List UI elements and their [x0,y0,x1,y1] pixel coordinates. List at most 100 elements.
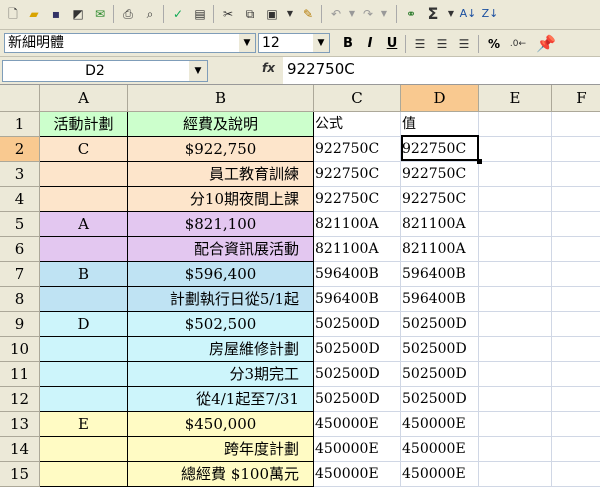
cell-d[interactable]: 502500D [401,362,479,387]
cell-b[interactable]: 配合資訊展活動 [128,237,314,262]
cell-b[interactable]: 經費及說明 [128,112,314,137]
row-header[interactable]: 1 [0,112,40,137]
cell-a[interactable] [40,187,128,212]
cell-c[interactable]: 450000E [314,412,401,437]
cell-e[interactable] [479,187,552,212]
cell-d[interactable]: 821100A [401,212,479,237]
row-header[interactable]: 12 [0,387,40,412]
row-header[interactable]: 2 [0,137,40,162]
cell-d[interactable]: 596400B [401,287,479,312]
cell-f[interactable] [552,187,600,212]
cell-e[interactable] [479,412,552,437]
cell-d[interactable]: 450000E [401,437,479,462]
cell-a[interactable]: E [40,412,128,437]
cell-b[interactable]: $922,750 [128,137,314,162]
percent-style-button[interactable]: % [484,34,504,54]
cell-a[interactable]: B [40,262,128,287]
cell-a[interactable] [40,287,128,312]
chevron-down-icon[interactable]: ▼ [189,61,207,81]
cell-c[interactable]: 922750C [314,162,401,187]
cell-a[interactable]: D [40,312,128,337]
spelling-icon[interactable]: ✓ [168,4,188,24]
select-all-corner[interactable] [0,85,40,112]
cell-e[interactable] [479,237,552,262]
cell-f[interactable] [552,412,600,437]
cell-f[interactable] [552,312,600,337]
cell-a[interactable] [40,462,128,487]
pin-icon[interactable]: 📌 [536,34,556,54]
cell-c[interactable]: 公式 [314,112,401,137]
cell-b[interactable]: $596,400 [128,262,314,287]
cell-f[interactable] [552,262,600,287]
formula-input[interactable]: 922750C [283,57,600,84]
copy-icon[interactable]: ⧉ [240,4,260,24]
cell-d[interactable]: 596400B [401,262,479,287]
cell-f[interactable] [552,287,600,312]
cell-d[interactable]: 922750C [401,162,479,187]
cell-c[interactable]: 821100A [314,212,401,237]
chevron-down-icon[interactable]: ▼ [239,34,255,52]
cut-icon[interactable]: ✂ [218,4,238,24]
open-icon[interactable]: ▰ [24,4,44,24]
cell-e[interactable] [479,212,552,237]
row-header[interactable]: 7 [0,262,40,287]
sort-ascending-icon[interactable]: A↓ [458,4,478,24]
cell-d[interactable]: 922750C [401,187,479,212]
redo-dropdown-icon[interactable]: ▼ [374,4,394,24]
cell-e[interactable] [479,437,552,462]
cell-b[interactable]: 總經費 $100萬元 [128,462,314,487]
column-header-b[interactable]: B [128,85,314,112]
column-header-f[interactable]: F [552,85,600,112]
cell-a[interactable] [40,437,128,462]
row-header[interactable]: 10 [0,337,40,362]
cell-e[interactable] [479,362,552,387]
print-preview-icon[interactable]: ⌕ [140,4,160,24]
cell-d[interactable]: 502500D [401,387,479,412]
cell-c[interactable]: 502500D [314,362,401,387]
cell-c[interactable]: 450000E [314,437,401,462]
cell-e[interactable] [479,287,552,312]
cell-a[interactable] [40,387,128,412]
email-icon[interactable]: ✉ [90,4,110,24]
cell-e[interactable] [479,162,552,187]
cell-c[interactable]: 922750C [314,187,401,212]
autosum-icon[interactable]: Σ [423,4,443,24]
cell-a[interactable] [40,162,128,187]
cell-b[interactable]: $502,500 [128,312,314,337]
increase-decimal-icon[interactable]: .0← [508,34,528,54]
new-icon[interactable]: 🗋 [3,4,23,24]
cell-c[interactable]: 502500D [314,312,401,337]
font-name-select[interactable]: 新細明體 ▼ [4,33,256,53]
row-header[interactable]: 11 [0,362,40,387]
permission-icon[interactable]: ◩ [68,4,88,24]
chevron-down-icon[interactable]: ▼ [313,34,329,52]
cell-f[interactable] [552,237,600,262]
hyperlink-icon[interactable]: ⚭ [401,4,421,24]
column-header-c[interactable]: C [314,85,401,112]
cell-c[interactable]: 596400B [314,287,401,312]
row-header[interactable]: 9 [0,312,40,337]
cell-a[interactable] [40,362,128,387]
cell-d[interactable]: 502500D [401,337,479,362]
column-header-a[interactable]: A [40,85,128,112]
underline-button[interactable]: U [382,34,402,54]
cell-e[interactable] [479,387,552,412]
cell-f[interactable] [552,337,600,362]
cell-f[interactable] [552,362,600,387]
align-right-icon[interactable]: ☰ [454,34,474,54]
cell-d[interactable]: 450000E [401,462,479,487]
cell-f[interactable] [552,212,600,237]
font-size-select[interactable]: 12 ▼ [258,33,330,53]
row-header[interactable]: 14 [0,437,40,462]
column-header-d[interactable]: D [401,85,479,112]
cell-d[interactable]: 450000E [401,412,479,437]
cell-c[interactable]: 450000E [314,462,401,487]
insert-function-icon[interactable]: fx [262,61,275,75]
cell-e[interactable] [479,137,552,162]
cell-e[interactable] [479,312,552,337]
cell-a[interactable] [40,337,128,362]
italic-button[interactable]: I [360,34,380,54]
name-box[interactable]: D2 ▼ [2,60,208,82]
cell-c[interactable]: 922750C [314,137,401,162]
row-header[interactable]: 3 [0,162,40,187]
